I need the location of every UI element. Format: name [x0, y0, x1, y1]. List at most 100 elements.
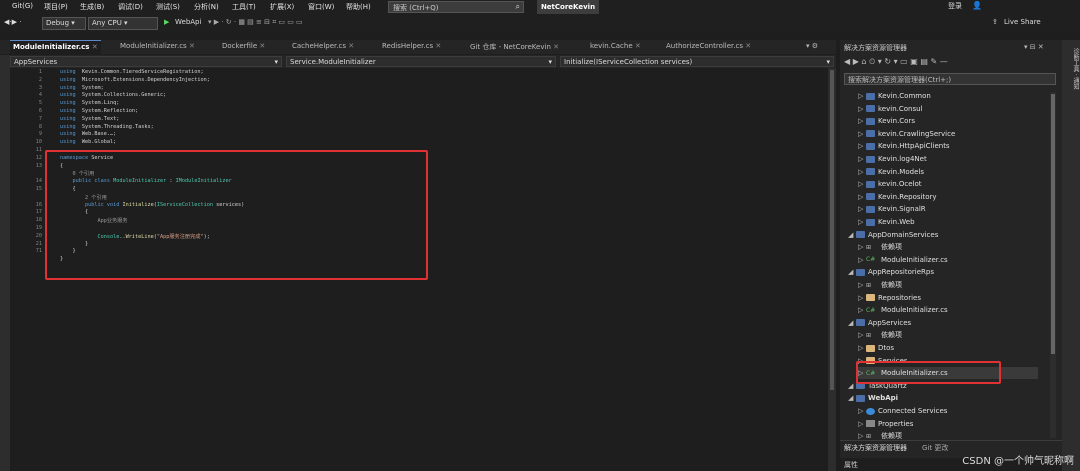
expand-chevron-icon[interactable]: ▷: [858, 254, 866, 266]
toolbar-icons[interactable]: ▾ ▶ · ↻ · ▦ ▤ ≡ ⊟ ⌗ ▭ ▭ ▭: [208, 18, 303, 27]
code-line[interactable]: using System.Text;: [60, 116, 119, 122]
code-line[interactable]: using System.Collections.Generic;: [60, 92, 166, 98]
tree-item[interactable]: ◢ WebApi: [848, 392, 1038, 404]
code-line[interactable]: public void Initialize(IServiceCollectio…: [60, 202, 244, 208]
close-icon[interactable]: ✕: [187, 42, 195, 50]
tab-3[interactable]: CacheHelper.cs ✕: [292, 42, 354, 50]
user-icon[interactable]: 👤: [972, 1, 982, 10]
code-line[interactable]: using Web.Global;: [60, 139, 116, 145]
code-line[interactable]: 0 个引用: [60, 170, 94, 177]
menu-item[interactable]: 扩展(X): [270, 2, 294, 12]
expand-chevron-icon[interactable]: ▷: [858, 241, 866, 253]
tab-7[interactable]: AuthorizeController.cs ✕: [666, 42, 751, 50]
code-line[interactable]: namespace Service: [60, 155, 113, 161]
expand-chevron-icon[interactable]: ▷: [858, 355, 866, 367]
menu-item[interactable]: 工具(T): [232, 2, 256, 12]
menu-item[interactable]: 分析(N): [194, 2, 219, 12]
expand-chevron-icon[interactable]: ▷: [858, 128, 866, 140]
tree-item[interactable]: ▷ Dtos: [858, 342, 1038, 354]
tree-item[interactable]: ▷ Repositories: [858, 292, 1038, 304]
close-icon[interactable]: ✕: [346, 42, 354, 50]
tab-git-changes[interactable]: Git 更改: [922, 443, 948, 453]
tree-item[interactable]: ◢ AppRepositorieRps: [848, 266, 1038, 278]
menu-item[interactable]: 窗口(W): [308, 2, 334, 12]
tree-item[interactable]: ▷ Kevin.Cors: [858, 115, 1038, 127]
expand-chevron-icon[interactable]: ◢: [848, 229, 856, 241]
code-line[interactable]: using System.Threading.Tasks;: [60, 124, 154, 130]
expand-chevron-icon[interactable]: ▷: [858, 166, 866, 178]
tree-item[interactable]: ▷ C# ModuleInitializer.cs: [858, 254, 1038, 266]
code-line[interactable]: }: [60, 241, 88, 247]
tree-item[interactable]: ▷ kevin.Consul: [858, 103, 1038, 115]
expand-chevron-icon[interactable]: ▷: [858, 153, 866, 165]
code-line[interactable]: using System;: [60, 85, 104, 91]
nav-class[interactable]: Service.ModuleInitializer ▾: [286, 56, 556, 67]
tab-solution-explorer[interactable]: 解决方案资源管理器: [844, 443, 907, 453]
close-icon[interactable]: ✕: [551, 43, 559, 51]
tree-item[interactable]: ▷ C# ModuleInitializer.cs: [858, 367, 1038, 380]
code-editor[interactable]: 1 using Kevin.Common.TieredServiceRegistr…: [10, 68, 828, 471]
menu-item[interactable]: Git(G): [12, 2, 33, 10]
expand-chevron-icon[interactable]: ▷: [858, 292, 866, 304]
code-line[interactable]: Console..WriteLine("App服务注册完成");: [60, 233, 209, 240]
expand-chevron-icon[interactable]: ▷: [858, 279, 866, 291]
platform-combo[interactable]: Any CPU ▾: [88, 17, 158, 30]
menu-item[interactable]: 生成(B): [80, 2, 104, 12]
menu-item[interactable]: 帮助(H): [346, 2, 371, 12]
expand-chevron-icon[interactable]: ▷: [858, 103, 866, 115]
expand-chevron-icon[interactable]: ◢: [848, 317, 856, 329]
se-search-input[interactable]: 搜索解决方案资源管理器(Ctrl+;): [844, 73, 1056, 85]
expand-chevron-icon[interactable]: ▷: [858, 140, 866, 152]
right-tool-strip[interactable]: 诊断工具 · 通知: [1062, 40, 1080, 471]
code-line[interactable]: using Kevin.Common.TieredServiceRegistra…: [60, 69, 204, 75]
search-box[interactable]: 搜索 (Ctrl+Q) ⌕: [388, 1, 524, 13]
expand-chevron-icon[interactable]: ▷: [858, 191, 866, 203]
expand-chevron-icon[interactable]: ▷: [858, 405, 866, 417]
tree-item[interactable]: ▷ ⊞ 依赖项: [858, 279, 1038, 291]
expand-chevron-icon[interactable]: ▷: [858, 203, 866, 215]
se-toolbar[interactable]: ◀ ▶ ⌂ ⏲ ▾ ↻ ▾ ▭ ▣ ▤ ✎ —: [844, 57, 948, 67]
close-icon[interactable]: ✕: [257, 42, 265, 50]
expand-chevron-icon[interactable]: ▷: [858, 304, 866, 316]
tree-item[interactable]: ▷ kevin.CrawlingService: [858, 128, 1038, 140]
expand-chevron-icon[interactable]: ▷: [858, 342, 866, 354]
se-scroll-thumb[interactable]: [1051, 94, 1055, 354]
tree-item[interactable]: ▷ kevin.Ocelot: [858, 178, 1038, 190]
nav-project[interactable]: AppServices ▾: [10, 56, 282, 67]
live-share-icon[interactable]: ⇪: [992, 18, 998, 26]
tab-4[interactable]: RedisHelper.cs ✕: [382, 42, 441, 50]
expand-chevron-icon[interactable]: ▷: [858, 329, 866, 341]
tree-item[interactable]: ▷ Kevin.Web: [858, 216, 1038, 228]
expand-chevron-icon[interactable]: ▷: [858, 115, 866, 127]
expand-chevron-icon[interactable]: ◢: [848, 380, 856, 392]
expand-chevron-icon[interactable]: ▷: [858, 178, 866, 190]
tab-6[interactable]: kevin.Cache ✕: [590, 42, 641, 50]
close-icon[interactable]: ✕: [433, 42, 441, 50]
tab-0[interactable]: ModuleInitializer.cs ✕: [10, 40, 101, 54]
tree-item[interactable]: ▷ Connected Services: [858, 405, 1038, 417]
se-scrollbar[interactable]: [1050, 92, 1056, 438]
nav-member[interactable]: Initialize(IServiceCollection services) ▾: [560, 56, 834, 67]
expand-chevron-icon[interactable]: ◢: [848, 266, 856, 278]
login-link[interactable]: 登录: [948, 1, 962, 11]
code-line[interactable]: {: [60, 163, 63, 169]
code-line[interactable]: using System.Reflection;: [60, 108, 138, 114]
config-combo[interactable]: Debug ▾: [42, 17, 86, 30]
menu-item[interactable]: 项目(P): [44, 2, 68, 12]
tree-item[interactable]: ▷ Kevin.Repository: [858, 191, 1038, 203]
tree-item[interactable]: ▷ Kevin.log4Net: [858, 153, 1038, 165]
code-line[interactable]: {: [60, 186, 75, 192]
code-line[interactable]: {: [60, 209, 88, 215]
se-window-controls[interactable]: ▾ ⊟ ✕: [1024, 43, 1044, 51]
code-line[interactable]: }: [60, 256, 63, 262]
expand-chevron-icon[interactable]: ◢: [848, 392, 856, 404]
code-line[interactable]: using Web.Base.…;: [60, 131, 116, 137]
tree-item[interactable]: ▷ ⊞ 依赖项: [858, 329, 1038, 341]
expand-chevron-icon[interactable]: ▷: [858, 367, 866, 379]
code-line[interactable]: using Microsoft.Extensions.DependencyInj…: [60, 77, 210, 83]
editor-scroll-thumb[interactable]: [830, 70, 834, 390]
expand-chevron-icon[interactable]: ▷: [858, 418, 866, 430]
tab-overflow-icon[interactable]: ▾ ⚙: [806, 42, 818, 50]
code-line[interactable]: 2 个引用: [60, 194, 107, 201]
menu-item[interactable]: 调试(D): [118, 2, 143, 12]
